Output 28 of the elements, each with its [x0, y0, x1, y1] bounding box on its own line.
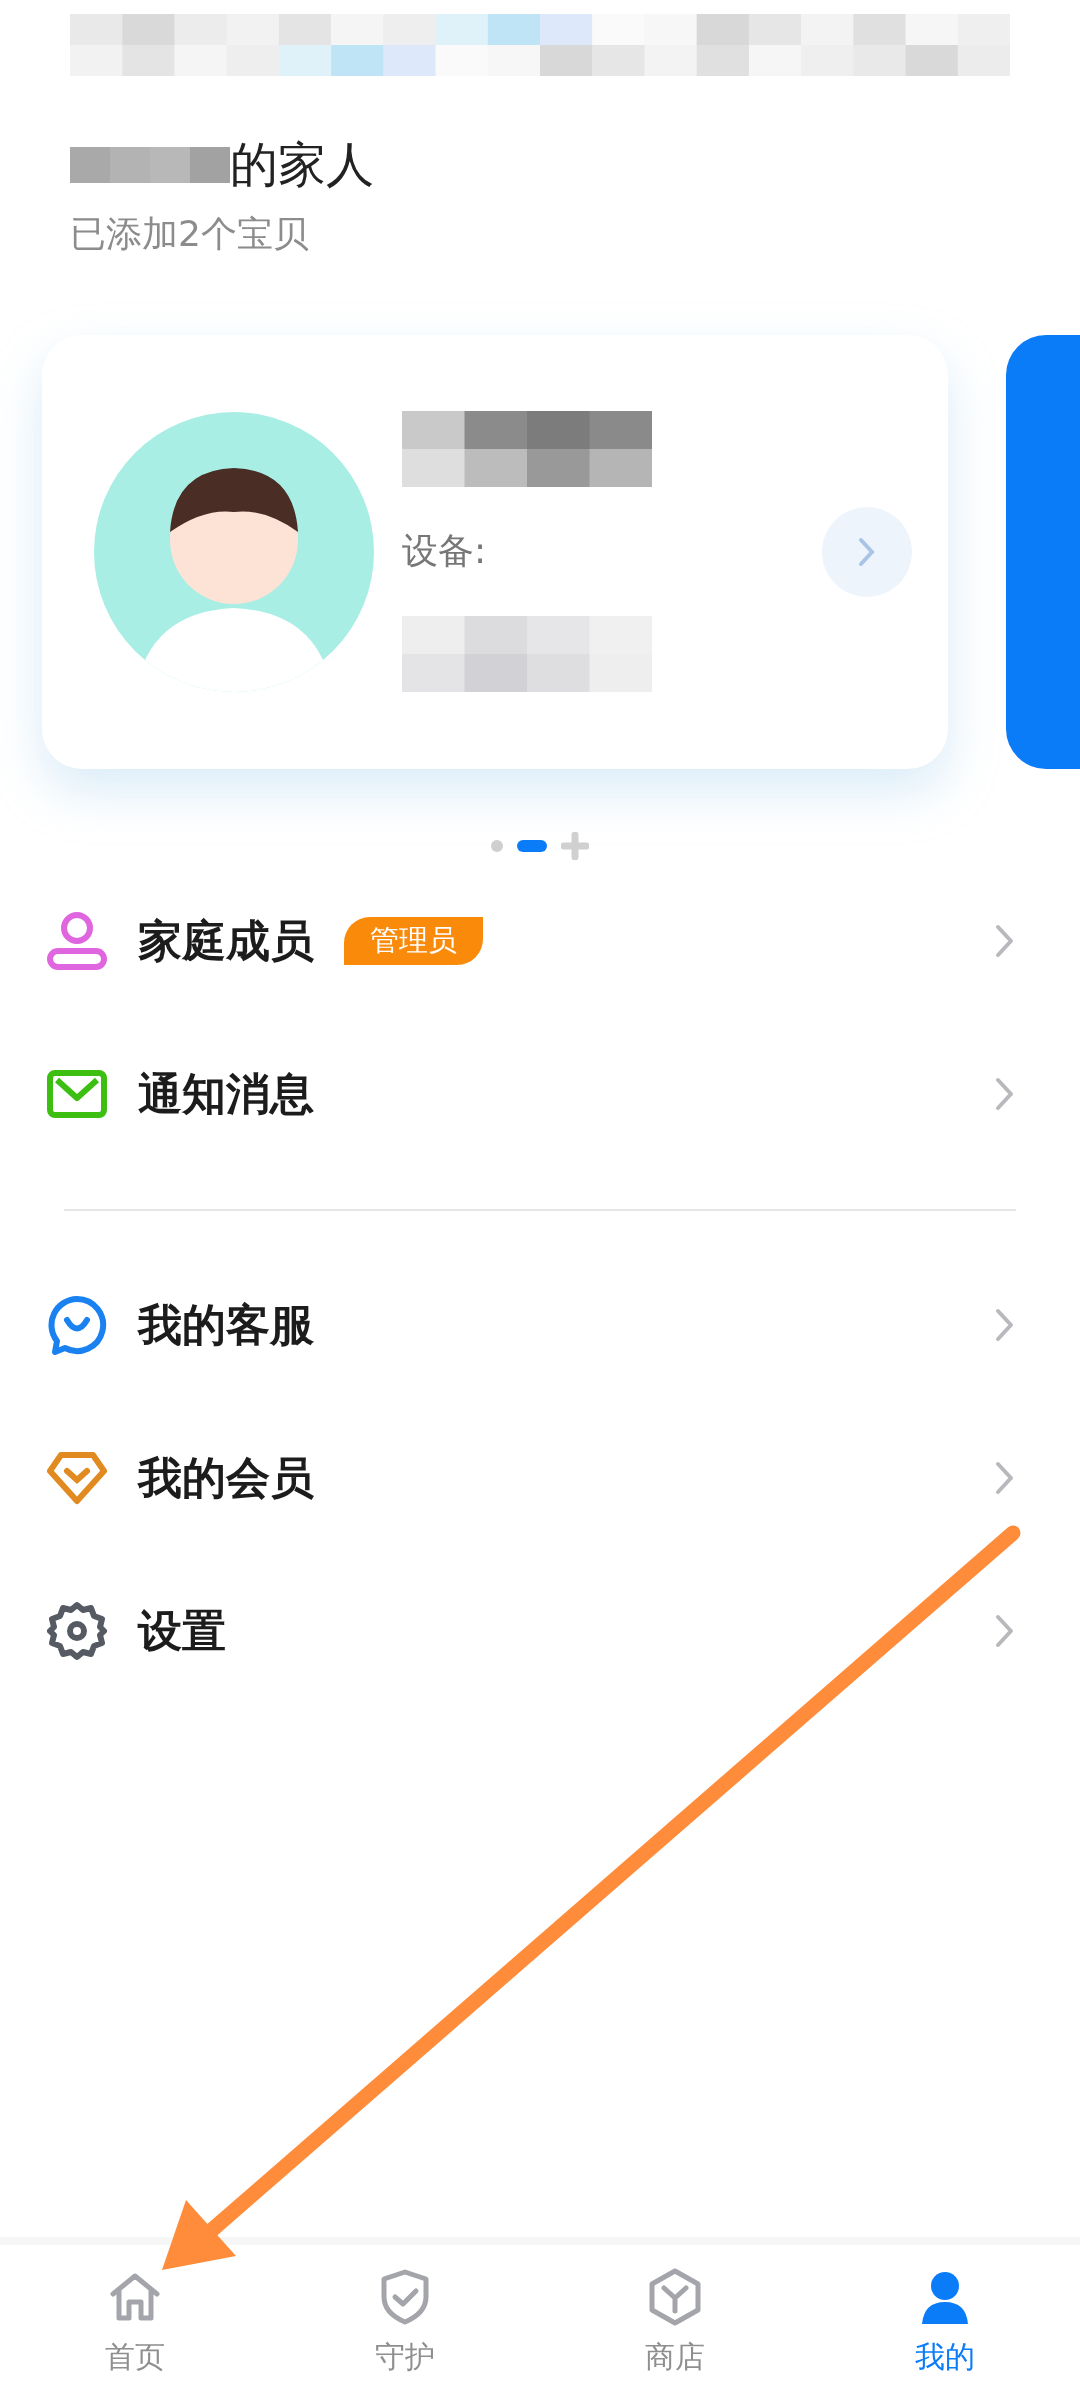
- chevron-icon: [858, 536, 876, 567]
- device-card[interactable]: 设备:: [42, 334, 948, 769]
- person-icon: [47, 911, 107, 972]
- device-label: 设备:: [402, 529, 488, 574]
- chevron-icon: [994, 1076, 1016, 1113]
- mail-icon: [47, 1070, 107, 1119]
- chevron-icon: [994, 1460, 1016, 1497]
- next-card[interactable]: [1006, 334, 1080, 769]
- shield-check-icon[interactable]: [380, 2269, 430, 2325]
- chevron-icon: [994, 923, 1016, 960]
- menu-item[interactable]: 设置: [0, 1554, 1080, 1708]
- menu-item[interactable]: 通知消息: [0, 1017, 1080, 1171]
- home-icon[interactable]: [109, 2272, 161, 2322]
- subtitle: 已添加2个宝贝: [70, 211, 310, 256]
- plus-icon[interactable]: [561, 831, 589, 860]
- chat-icon: [47, 1295, 107, 1356]
- diamond-icon: [47, 1451, 107, 1506]
- page-dot[interactable]: [491, 839, 503, 852]
- role-badge: 管理员: [344, 917, 483, 966]
- menu-item[interactable]: 家庭成员 管理员: [0, 864, 1080, 1018]
- settings-icon: [47, 1601, 107, 1662]
- hexagon-icon[interactable]: [648, 2268, 702, 2326]
- menu-item[interactable]: 我的客服: [0, 1248, 1080, 1402]
- menu-item[interactable]: 我的会员: [0, 1401, 1080, 1555]
- chevron-icon: [994, 1613, 1016, 1650]
- chevron-icon: [994, 1307, 1016, 1344]
- tab[interactable]: 我的: [810, 2245, 1080, 2400]
- page-title: 的家人: [230, 136, 374, 194]
